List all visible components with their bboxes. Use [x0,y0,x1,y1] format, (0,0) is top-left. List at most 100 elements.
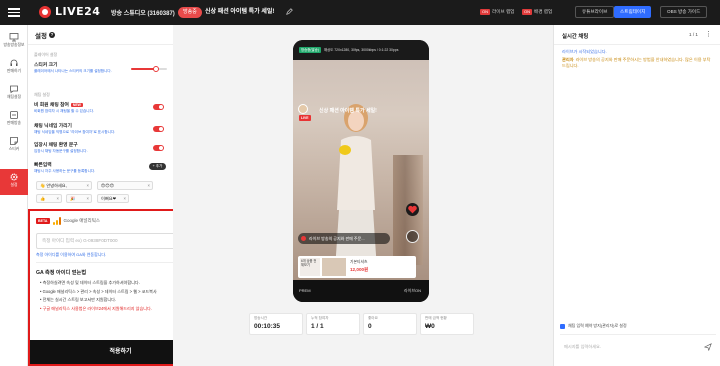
ga-hint: 측정 아이디를 이용하여 GA와 연동합니다. [36,252,107,257]
stat-value: 0 [368,323,372,330]
chat-input[interactable]: 메시지를 입력하세요. [560,334,716,356]
chat-notice-bubble: 라이브 방송의 공지와 판매 주문... [298,233,390,244]
monitor-icon [9,33,19,42]
nav-item-sales[interactable]: 판매하기 [0,55,28,81]
quick-chip[interactable]: 이뻐요❤ × [97,194,129,203]
close-icon[interactable]: × [87,195,89,202]
stat-card: 판매 금액 현황 ₩0 [420,313,474,335]
broadcast-title: 신상 패션 아이템 특가 세일! [205,9,275,15]
chip-text: 이뻐요❤ [101,196,117,201]
sticker-size-desc: 플레이어에서 나타나는 스티커의 크기를 설정합니다. [34,69,112,73]
nav-label: 스티커 [8,147,20,151]
chip-text: 😍😍😍 [101,183,115,188]
nav-label: 채팅설정 [7,95,21,99]
guest-chat-text: 비 회원 채팅 참여 [34,103,69,108]
stat-value: 00:10:35 [254,323,281,330]
product-card[interactable]: 6개 상품 전체보기 기본티셔츠 12,000원 [298,256,416,278]
settings-title: 설정 [35,32,47,40]
ga-guide-title: GA 측정 아이디 얻는법 [36,270,87,276]
section-title-player: 플레이어 설정 [34,52,58,57]
close-icon[interactable]: × [124,195,126,202]
chat-header: 실시간 채팅 1 / 1 ⋮ [554,25,720,45]
phone-broadcast-title: 신상 패션 아이템 특가 세일! [319,108,377,114]
nav-item-broadcast-info[interactable]: 방송방송정보 [0,29,28,55]
close-icon[interactable]: × [148,182,150,189]
stat-label: 누적 참여자 [311,316,329,320]
nav-item-sticker[interactable]: 스티커 [0,133,28,159]
analytics-icon [52,217,61,225]
youtube-live-button[interactable]: 유튜브라이브 [575,6,615,18]
send-icon[interactable] [704,343,712,351]
hide-nickname-label: 채팅 닉네임 가리기 [34,124,72,129]
left-nav: 방송방송정보 판매하기 채팅설정 판매방송 스티커 설정 [0,25,28,366]
welcome-message-label: 입장시 채팅 환영 문구 [34,143,78,148]
chat-icon [10,85,18,94]
live-on-label: 라이브ON [403,288,421,293]
help-icon[interactable]: ? [48,31,55,38]
more-icon[interactable]: ⋮ [705,30,712,38]
add-quick-input-button[interactable]: + 추가 [149,163,166,170]
stat-label: 판매 금액 현황 [425,316,447,320]
close-icon[interactable]: × [87,182,89,189]
chat-option-checkbox[interactable]: 채팅 입력 예약 방지(관리자)로 설정 [560,323,627,329]
nav-item-chat-settings[interactable]: 채팅설정 [0,81,28,107]
chat-input-placeholder: 메시지를 입력하세요. [564,344,602,349]
sticker-size-slider[interactable] [131,66,167,72]
live-wrapup-label: 라이브 랩업 [492,9,515,14]
chat-option-label: 채팅 입력 예약 방지(관리자)로 설정 [568,323,627,328]
live-wrapup-toggle[interactable]: ON 라이브 랩업 [480,8,514,16]
menu-icon[interactable] [8,6,20,18]
heart-icon[interactable] [406,203,419,216]
welcome-message-toggle[interactable] [153,145,164,151]
ga-header: BETA Google 애널리틱스 [36,217,100,225]
checkbox[interactable] [560,323,565,329]
nav-label: 방송방송정보 [3,43,25,47]
stat-label: 방송시간 [254,316,268,320]
hide-nickname-toggle[interactable] [153,126,164,132]
chat-title: 실시간 채팅 [562,34,589,40]
ga-title: Google 애널리틱스 [63,218,100,223]
obs-guide-button[interactable]: OBS 방송 가이드 [660,6,708,18]
live-video [293,60,429,280]
quick-chip[interactable]: 👋 안녕하세요, × [36,181,92,190]
guest-chat-desc: 비회원 참여자 시 채팅을 할 수 있습니다. [34,109,94,113]
host-figure [335,104,377,270]
live-chat-panel: 실시간 채팅 1 / 1 ⋮ 라이브가 시작되었습니다. 관리자 라이브 방송의 … [553,25,720,366]
product-list-thumb[interactable]: 6개 상품 전체보기 [300,258,320,276]
slider-knob[interactable] [153,66,160,72]
section-title-chat: 채팅 설정 [34,92,50,97]
quick-chip[interactable]: 🎉 × [66,194,92,203]
guest-chat-toggle[interactable] [153,104,164,110]
quick-input-desc: 채팅시 자주 사용하는 문구를 등록합니다. [34,169,96,173]
chat-message-text: 라이브 방송의 공지와 판매 주문하시는 방법을 안내하였습니다. 많은 이용 … [562,57,711,68]
host-avatar [298,104,308,114]
chat-bubble-icon[interactable] [406,230,419,243]
stat-value: ₩0 [425,323,435,330]
edit-icon[interactable] [286,8,293,15]
chat-sender: 관리자 [562,57,574,62]
nav-item-sales-broadcast[interactable]: 판매방송 [0,107,28,133]
nav-item-settings[interactable]: 설정 [0,169,28,195]
product-image [322,258,346,276]
quick-chip[interactable]: 😍😍😍 × [97,181,153,190]
nav-label: 판매방송 [7,121,21,125]
notice-icon [301,236,306,241]
welcome-message-desc: 입장시 채팅 자동문구를 설정합니다. [34,149,88,153]
chip-text: 🎉 [70,196,76,201]
phone-status-chip: 방송중(발송) [299,47,321,53]
nav-label: 판매하기 [7,69,21,73]
stat-label: 좋아요 [368,316,378,320]
chip-text: 👍 [40,196,46,201]
bg-wrapup-label: 배경 랩업 [534,9,553,14]
stream-stage-button[interactable]: 스트림테이지 [614,6,652,18]
bg-wrapup-toggle[interactable]: ON 배경 랩업 [522,8,552,16]
stat-value: 1 / 1 [311,323,324,330]
app-logo: LIVE24 [55,5,101,18]
phone-bottom-bar: PREM 라이브ON [293,280,429,302]
stat-card: 누적 참여자 1 / 1 [306,313,360,335]
close-icon[interactable]: × [57,195,59,202]
sticker-size-label: 스티커 크기 [34,63,58,68]
settings-header: 설정 ? [28,25,173,45]
quick-chip[interactable]: 👍 × [36,194,62,203]
new-badge: NEW [70,102,83,107]
